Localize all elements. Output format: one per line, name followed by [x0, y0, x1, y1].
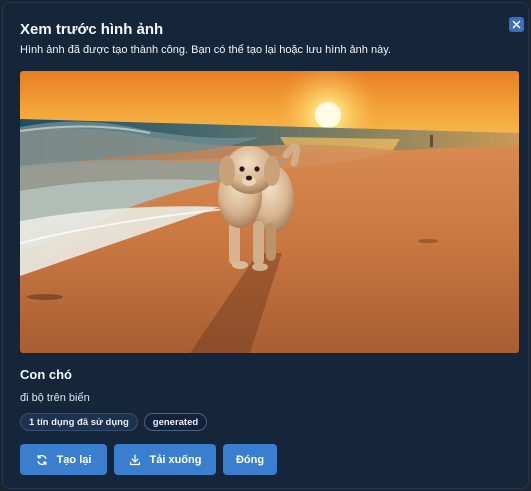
- download-button[interactable]: Tải xuống: [114, 444, 216, 475]
- generated-image: [20, 71, 519, 353]
- credits-used-badge: 1 tín dụng đã sử dụng: [20, 413, 138, 431]
- dialog-subtitle: Hình ảnh đã được tạo thành công. Bạn có …: [20, 44, 391, 56]
- dialog-actions: Tạo lại Tải xuống Đóng: [20, 444, 277, 475]
- regenerate-label: Tạo lại: [56, 453, 92, 466]
- close-button[interactable]: [509, 17, 524, 32]
- tag-list: 1 tín dụng đã sử dụng generated: [20, 413, 208, 431]
- close-dialog-button[interactable]: Đóng: [223, 444, 277, 475]
- refresh-icon: [37, 454, 47, 465]
- regenerate-button[interactable]: Tạo lại: [20, 444, 107, 475]
- caption-title: Con chó: [20, 367, 72, 382]
- download-label: Tải xuống: [149, 453, 202, 466]
- generated-image-picture: [20, 71, 519, 353]
- caption-description: đi bộ trên biển: [20, 392, 90, 404]
- close-icon: [512, 20, 521, 29]
- close-label: Đóng: [235, 453, 265, 466]
- dialog-title: Xem trước hình ảnh: [20, 21, 164, 38]
- generated-badge: generated: [143, 413, 208, 431]
- image-preview-dialog: Xem trước hình ảnh Hình ảnh đã được tạo …: [2, 2, 529, 489]
- download-icon: [129, 454, 140, 465]
